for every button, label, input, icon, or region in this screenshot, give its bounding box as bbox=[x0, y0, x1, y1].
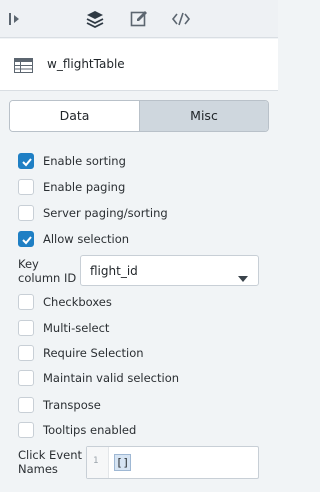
checkbox[interactable] bbox=[18, 370, 34, 386]
checkbox[interactable] bbox=[18, 397, 34, 413]
tab-switcher: Data Misc bbox=[9, 100, 269, 132]
checkmark-icon bbox=[22, 158, 32, 167]
checkbox[interactable] bbox=[18, 294, 34, 310]
click-event-names-label: Click Event Names bbox=[18, 448, 83, 476]
tab-data[interactable]: Data bbox=[10, 101, 139, 131]
key-column-select[interactable]: flight_id bbox=[80, 255, 259, 286]
collapse-panel-icon[interactable] bbox=[6, 9, 26, 29]
edit-icon[interactable] bbox=[129, 9, 149, 29]
option-label: Maintain valid selection bbox=[43, 371, 180, 385]
widget-name: w_flightTable bbox=[47, 57, 125, 71]
line-number: 1 bbox=[93, 456, 99, 466]
select-value: flight_id bbox=[90, 264, 138, 278]
checkbox[interactable] bbox=[18, 179, 34, 195]
checkmark-icon bbox=[22, 236, 32, 245]
checkbox[interactable] bbox=[18, 320, 34, 336]
option-label: Allow selection bbox=[43, 232, 130, 246]
panel-toolbar bbox=[0, 0, 278, 38]
tab-misc[interactable]: Misc bbox=[139, 101, 268, 131]
checkbox-checked[interactable] bbox=[18, 231, 34, 247]
option-label: Enable sorting bbox=[43, 154, 126, 168]
code-text[interactable]: [] bbox=[114, 454, 132, 471]
checkbox-checked[interactable] bbox=[18, 153, 34, 169]
table-icon bbox=[14, 58, 33, 73]
checkbox[interactable] bbox=[18, 422, 34, 438]
key-column-label: Key column ID bbox=[18, 257, 77, 285]
option-label: Server paging/sorting bbox=[43, 206, 168, 220]
option-label: Require Selection bbox=[43, 346, 144, 360]
option-label: Transpose bbox=[43, 398, 101, 412]
code-icon[interactable] bbox=[171, 9, 191, 29]
layers-icon[interactable] bbox=[85, 9, 105, 29]
option-label: Checkboxes bbox=[43, 295, 112, 309]
widget-header: w_flightTable bbox=[0, 39, 278, 91]
editor-gutter: 1 bbox=[87, 447, 109, 478]
click-event-names-editor[interactable]: 1 [] bbox=[86, 446, 259, 479]
option-label: Enable paging bbox=[43, 180, 126, 194]
checkbox[interactable] bbox=[18, 345, 34, 361]
option-label: Tooltips enabled bbox=[43, 423, 137, 437]
option-label: Multi-select bbox=[43, 321, 110, 335]
chevron-down-icon bbox=[238, 268, 248, 282]
checkbox[interactable] bbox=[18, 205, 34, 221]
